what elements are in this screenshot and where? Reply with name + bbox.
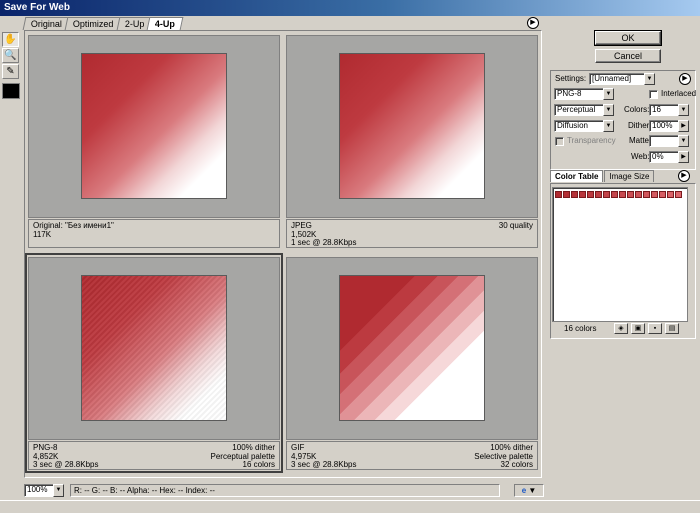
window-title: Save For Web: [0, 0, 700, 16]
color-swatch-5[interactable]: [595, 191, 602, 198]
preview-image: [339, 53, 485, 199]
color-swatch-4[interactable]: [587, 191, 594, 198]
preview-pane-original[interactable]: Original: "Без имени1" 117K: [26, 32, 282, 250]
eyedropper-tool[interactable]: ✎: [2, 64, 19, 79]
pane-caption: GIF 4,975K 3 sec @ 28.8Kbps 100% dither …: [286, 441, 538, 470]
color-swatch-9[interactable]: [627, 191, 634, 198]
color-swatch-0[interactable]: [555, 191, 562, 198]
settings-preset-dropdown[interactable]: [Unnamed] ▼: [589, 73, 655, 85]
chevron-down-icon: ▼: [53, 484, 64, 497]
preview-image: [81, 275, 227, 421]
settings-label: Settings:: [555, 74, 587, 83]
cancel-button[interactable]: Cancel: [595, 49, 661, 63]
ok-button[interactable]: OK: [594, 30, 662, 46]
color-table-tabs: Color Table Image Size: [550, 170, 655, 182]
color-swatch-3[interactable]: [579, 191, 586, 198]
pane-colors: 32 colors: [500, 460, 533, 469]
preview-image: [339, 275, 485, 421]
view-tabs: Original Optimized 2-Up 4-Up: [22, 17, 184, 30]
tab-color-table[interactable]: Color Table: [550, 170, 604, 182]
lock-icon[interactable]: ▣: [631, 323, 645, 334]
preview-pane-jpeg[interactable]: JPEG 1,502K 1 sec @ 28.8Kbps 30 quality: [284, 32, 540, 250]
new-color-icon[interactable]: ▪: [648, 323, 662, 334]
preview-pane-png8[interactable]: PNG-8 4,852K 3 sec @ 28.8Kbps 100% dithe…: [25, 253, 283, 473]
zoom-icon: 🔍: [4, 49, 17, 61]
color-swatch-11[interactable]: [643, 191, 650, 198]
color-table: [552, 187, 688, 322]
web-snap-field[interactable]: 0% ▶: [649, 151, 689, 163]
toolbox: ✋ 🔍 ✎: [2, 32, 20, 99]
color-swatch-1[interactable]: [563, 191, 570, 198]
color-swatch-14[interactable]: [667, 191, 674, 198]
color-swatch[interactable]: [2, 83, 20, 99]
trash-icon[interactable]: ▤: [665, 323, 679, 334]
chevron-down-icon: ▼: [644, 73, 655, 85]
pane-colors: 16 colors: [242, 460, 275, 469]
view-menu-arrow-icon[interactable]: ▶: [527, 17, 539, 29]
chevron-down-icon: ▼: [678, 135, 689, 147]
colors-stepper[interactable]: 16 ▼: [649, 104, 689, 116]
web-shift-icon[interactable]: ◈: [614, 323, 628, 334]
matte-dropdown[interactable]: ▼: [649, 135, 689, 147]
pane-quality: 30 quality: [498, 221, 533, 230]
color-swatch-8[interactable]: [619, 191, 626, 198]
dither-field[interactable]: 100% ▶: [649, 120, 689, 132]
pane-time: 3 sec @ 28.8Kbps: [291, 460, 357, 469]
chevron-down-icon: ▼: [678, 104, 689, 116]
transparency-label: Transparency: [567, 136, 616, 145]
status-bar: 100% ▼ R: -- G: -- B: -- Alpha: -- Hex: …: [24, 484, 544, 497]
zoom-tool[interactable]: 🔍: [2, 48, 19, 63]
color-readout: R: -- G: -- B: -- Alpha: -- Hex: -- Inde…: [70, 484, 500, 497]
tab-original[interactable]: Original: [22, 17, 71, 30]
colors-label: Colors:: [624, 105, 650, 114]
interlaced-label: Interlaced: [661, 89, 697, 98]
chevron-right-icon: ▶: [678, 120, 689, 132]
preview-image: [81, 53, 227, 199]
preview-area: Original: "Без имени1" 117K JPEG 1,502K …: [24, 30, 542, 478]
settings-panel: OK Cancel Settings: [Unnamed] ▼ ▶ PNG-8 …: [548, 17, 700, 495]
interlaced-checkbox[interactable]: [649, 90, 658, 99]
chevron-right-icon: ▶: [678, 151, 689, 163]
color-table-footer: 16 colors ◈ ▣ ▪ ▤: [552, 323, 688, 335]
eyedropper-icon: ✎: [6, 65, 15, 77]
pane-time: 3 sec @ 28.8Kbps: [33, 460, 99, 469]
matte-label: Matte:: [629, 136, 652, 145]
hand-icon: ✋: [4, 33, 17, 45]
tab-optimized[interactable]: Optimized: [64, 17, 122, 30]
pane-size: 117K: [33, 229, 52, 239]
zoom-dropdown[interactable]: 100% ▼: [24, 484, 64, 497]
pane-caption: Original: "Без имени1" 117K: [28, 219, 280, 248]
color-table-menu-arrow-icon[interactable]: ▶: [678, 170, 690, 182]
browser-icon: e: [521, 486, 527, 495]
color-count: 16 colors: [564, 324, 597, 333]
pane-caption: JPEG 1,502K 1 sec @ 28.8Kbps 30 quality: [286, 219, 538, 248]
color-swatch-12[interactable]: [651, 191, 658, 198]
preview-pane-gif[interactable]: GIF 4,975K 3 sec @ 28.8Kbps 100% dither …: [284, 254, 540, 472]
format-dropdown[interactable]: PNG-8 ▼: [554, 88, 614, 100]
chevron-down-icon: ▼: [603, 104, 614, 116]
tab-image-size[interactable]: Image Size: [604, 170, 655, 182]
color-swatch-13[interactable]: [659, 191, 666, 198]
color-swatch-2[interactable]: [571, 191, 578, 198]
tab-4-up[interactable]: 4-Up: [146, 17, 184, 30]
color-swatch-7[interactable]: [611, 191, 618, 198]
settings-menu-arrow-icon[interactable]: ▶: [679, 73, 691, 85]
transparency-checkbox[interactable]: [555, 137, 564, 146]
optimize-settings-group: Settings: [Unnamed] ▼ ▶ PNG-8 ▼ Interlac…: [550, 70, 696, 170]
pane-caption: PNG-8 4,852K 3 sec @ 28.8Kbps 100% dithe…: [28, 441, 280, 470]
color-swatch-15[interactable]: [675, 191, 682, 198]
color-swatch-6[interactable]: [603, 191, 610, 198]
web-snap-label: Web:: [631, 152, 650, 161]
chevron-down-icon: ▼: [603, 88, 614, 100]
chevron-down-icon: ▼: [603, 120, 614, 132]
color-swatch-10[interactable]: [635, 191, 642, 198]
browser-preview-button[interactable]: e ▼: [514, 484, 544, 497]
pane-time: 1 sec @ 28.8Kbps: [291, 238, 357, 247]
bottom-bar: [0, 500, 700, 513]
hand-tool[interactable]: ✋: [2, 32, 19, 47]
reduction-dropdown[interactable]: Perceptual ▼: [554, 104, 614, 116]
dither-algorithm-dropdown[interactable]: Diffusion ▼: [554, 120, 614, 132]
